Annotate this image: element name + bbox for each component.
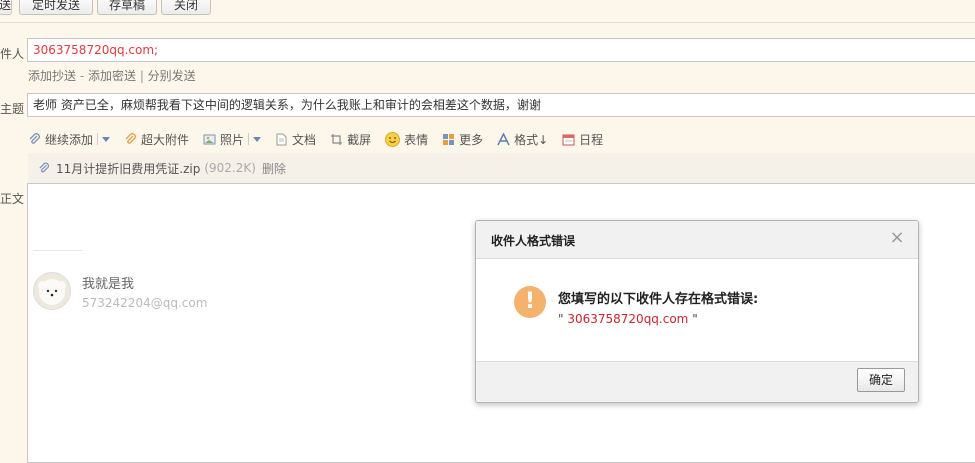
attachment-row: 11月计提折旧费用凭证.zip (902.2K) 删除 xyxy=(28,153,975,183)
recipient-input[interactable]: 3063758720qq.com; xyxy=(27,38,975,62)
calendar-button[interactable]: 日程 xyxy=(562,131,603,148)
screenshot-label: 截屏 xyxy=(347,132,372,147)
large-attach-button[interactable]: 超大附件 xyxy=(124,131,189,148)
add-bcc-link[interactable]: 添加密送 xyxy=(88,69,136,83)
smiley-icon xyxy=(385,131,401,147)
separate-send-link[interactable]: 分别发送 xyxy=(148,69,196,83)
calendar-label: 日程 xyxy=(579,132,604,147)
toolbar-separator xyxy=(97,133,99,145)
chevron-down-icon[interactable] xyxy=(102,136,111,142)
send-button[interactable]: 送 xyxy=(0,0,12,15)
signature-name: 我就是我 xyxy=(82,277,135,292)
recipient-label: 件人 xyxy=(0,47,25,61)
more-button[interactable]: 更多 xyxy=(442,131,483,148)
dialog-invalid-address: " 3063758720qq.com " xyxy=(558,312,698,326)
close-icon[interactable]: × xyxy=(888,229,906,247)
dialog-header: 收件人格式错误 × xyxy=(476,221,918,259)
quote-close: " xyxy=(688,312,698,326)
close-button[interactable]: 关闭 xyxy=(161,0,211,15)
avatar-image xyxy=(38,279,66,305)
scissors-icon xyxy=(331,133,343,145)
links-dash: - xyxy=(76,69,88,83)
scheduled-send-button[interactable]: 定时发送 xyxy=(19,0,93,15)
photo-label: 照片 xyxy=(220,132,245,147)
invalid-address: 3063758720qq.com xyxy=(567,312,689,326)
continue-attach-label: 继续添加 xyxy=(45,132,94,147)
attachment-delete-link[interactable]: 删除 xyxy=(262,160,286,177)
grid-icon xyxy=(443,133,455,145)
emoji-button[interactable]: 表情 xyxy=(385,131,428,148)
dialog-message: 您填写的以下收件人存在格式错误: xyxy=(558,292,759,307)
signature-email: 573242204@qq.com xyxy=(82,296,208,310)
document-icon xyxy=(276,133,287,145)
top-toolbar: 送 定时发送 存草稿 关闭 xyxy=(0,0,975,23)
subject-input[interactable]: 老师 资产已全，麻烦帮我看下这中间的逻辑关系，为什么我账上和审计的会相差这个数据… xyxy=(27,93,975,117)
attachment-toolbar: 继续添加 超大附件 照片 文档 截屏 表情 更多 格式↓ 日程 xyxy=(28,129,617,149)
dialog-title: 收件人格式错误 xyxy=(491,234,576,248)
calendar-icon xyxy=(562,134,575,145)
continue-attach-button[interactable]: 继续添加 xyxy=(28,131,93,148)
send-button-label: 送 xyxy=(0,0,12,12)
format-button[interactable]: 格式↓ xyxy=(497,131,548,148)
document-button[interactable]: 文档 xyxy=(275,131,316,148)
recipient-links: 添加抄送 - 添加密送 | 分别发送 xyxy=(28,67,196,84)
error-dialog: 收件人格式错误 × ! 您填写的以下收件人存在格式错误: " 306375872… xyxy=(475,220,919,403)
emoji-label: 表情 xyxy=(404,132,429,147)
attachment-filename[interactable]: 11月计提折旧费用凭证.zip xyxy=(56,160,200,177)
quote-open: " xyxy=(558,312,568,326)
subject-label: 主题 xyxy=(0,102,25,116)
attachment-paperclip-icon xyxy=(39,162,50,172)
avatar xyxy=(33,272,71,310)
signature-divider xyxy=(33,250,83,251)
large-attach-label: 超大附件 xyxy=(141,132,190,147)
screenshot-button[interactable]: 截屏 xyxy=(330,131,371,148)
more-label: 更多 xyxy=(459,132,484,147)
body-label: 正文 xyxy=(0,192,25,206)
save-draft-button[interactable]: 存草稿 xyxy=(97,0,157,15)
document-label: 文档 xyxy=(292,132,317,147)
photo-icon xyxy=(203,134,216,144)
large-paperclip-icon xyxy=(125,132,136,144)
photo-chevron-down-icon[interactable] xyxy=(253,136,262,142)
dialog-footer: 确定 xyxy=(476,361,918,402)
attachment-size: (902.2K) xyxy=(204,161,256,175)
ok-button[interactable]: 确定 xyxy=(857,368,905,392)
paperclip-icon xyxy=(29,132,40,144)
photo-button[interactable]: 照片 xyxy=(203,131,244,148)
format-label: 格式↓ xyxy=(514,132,549,147)
links-pipe: | xyxy=(136,69,148,83)
font-format-icon xyxy=(497,132,510,145)
warning-icon: ! xyxy=(514,286,546,318)
toolbar-separator-2 xyxy=(248,133,250,145)
add-cc-link[interactable]: 添加抄送 xyxy=(28,69,76,83)
